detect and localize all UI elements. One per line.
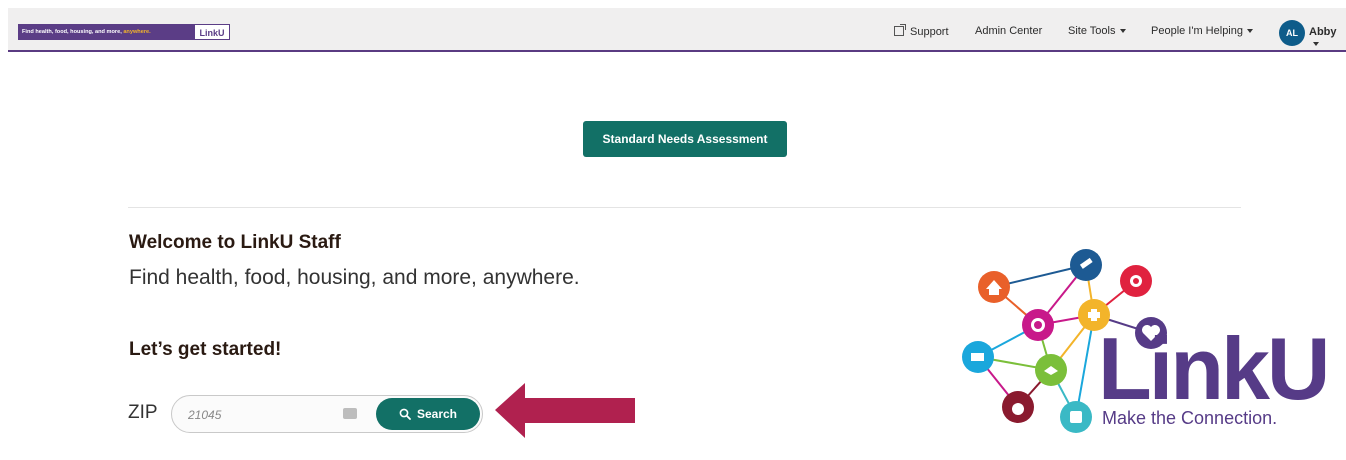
keyboard-icon[interactable] bbox=[343, 408, 357, 419]
linku-logo-text: LinkU bbox=[1098, 319, 1330, 418]
top-margin bbox=[0, 0, 1346, 8]
brand-tagline: Find health, food, housing, and more, an… bbox=[18, 24, 194, 40]
brand-banner[interactable]: Find health, food, housing, and more, an… bbox=[18, 24, 230, 40]
external-link-icon bbox=[894, 24, 906, 36]
welcome-subtitle: Find health, food, housing, and more, an… bbox=[129, 266, 580, 289]
left-arrow-icon bbox=[495, 383, 635, 438]
chevron-down-icon bbox=[1247, 29, 1253, 33]
brand-logo: LinkU bbox=[194, 24, 230, 40]
standard-needs-assessment-button[interactable]: Standard Needs Assessment bbox=[583, 121, 787, 157]
search-icon bbox=[399, 408, 411, 420]
section-divider bbox=[128, 207, 1241, 208]
search-button[interactable]: Search bbox=[376, 398, 480, 430]
chevron-down-icon bbox=[1313, 42, 1319, 46]
nav-people-helping[interactable]: People I'm Helping bbox=[1151, 25, 1253, 37]
chevron-down-icon bbox=[1119, 29, 1126, 33]
avatar[interactable]: AL bbox=[1279, 20, 1305, 46]
user-menu[interactable]: Abby bbox=[1309, 26, 1346, 50]
get-started-heading: Let’s get started! bbox=[129, 339, 282, 360]
linku-logo-panel: LinkU Make the Connection. bbox=[926, 225, 1336, 455]
nav-support[interactable]: Support bbox=[894, 24, 949, 38]
linku-tagline: Make the Connection. bbox=[1102, 408, 1278, 428]
app-window: Find health, food, housing, and more, an… bbox=[0, 0, 1346, 460]
zip-label: ZIP bbox=[128, 402, 158, 423]
nav-site-tools[interactable]: Site Tools bbox=[1068, 25, 1126, 37]
nav-admin-center[interactable]: Admin Center bbox=[975, 25, 1042, 37]
zip-search-group: Search bbox=[171, 395, 483, 433]
welcome-title: Welcome to LinkU Staff bbox=[129, 232, 341, 253]
top-header: Find health, food, housing, and more, an… bbox=[8, 8, 1346, 52]
zip-input[interactable] bbox=[186, 404, 340, 426]
